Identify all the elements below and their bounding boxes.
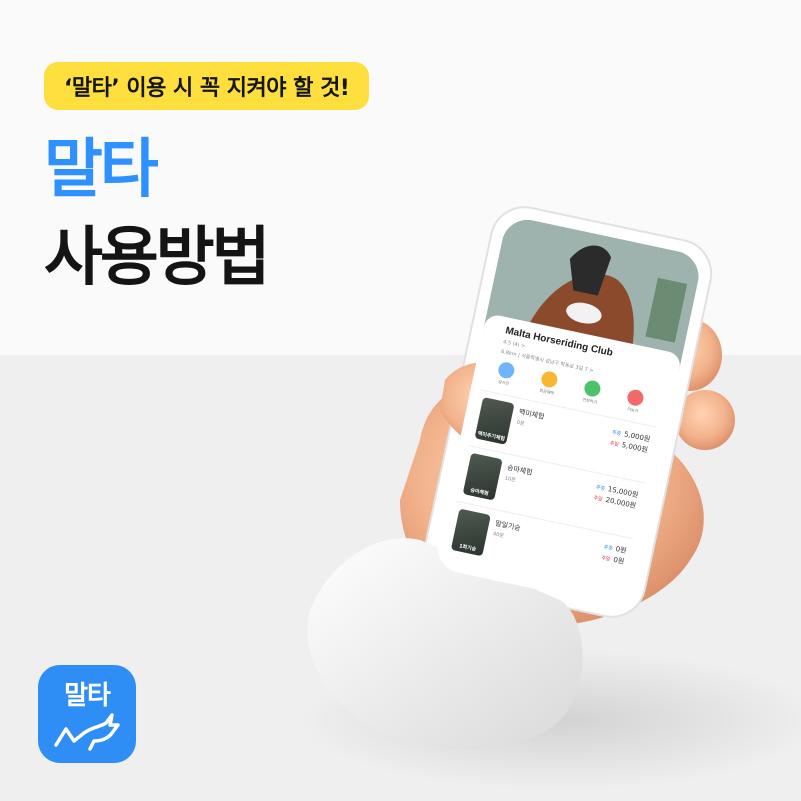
- horse-icon: [54, 713, 120, 751]
- program-thumbnail: 1회기승: [450, 508, 491, 557]
- program-duration: 0분: [516, 419, 525, 428]
- program-duration: 40분: [492, 531, 505, 540]
- program-list: 맥미주기체험 맥미체험 0분 주중 5,000원 주말 5,000원 승마체험 승마…: [445, 389, 657, 595]
- phone-icon: [582, 379, 602, 399]
- action-call[interactable]: 전화하기: [572, 377, 610, 408]
- program-duration: 10분: [504, 475, 517, 484]
- app-logo: 말타: [38, 665, 136, 763]
- logo-text: 말타: [64, 681, 111, 711]
- program-thumbnail: 맥미주기체험: [474, 397, 515, 445]
- program-thumbnail: 승마체험: [462, 452, 503, 501]
- more-icon: [625, 388, 645, 408]
- instructor-icon: [496, 360, 516, 380]
- action-instructors[interactable]: 강사진: [486, 359, 524, 390]
- action-more[interactable]: 더보기: [615, 386, 653, 417]
- action-benefits[interactable]: 회원혜택: [529, 368, 567, 399]
- benefit-icon: [539, 369, 559, 389]
